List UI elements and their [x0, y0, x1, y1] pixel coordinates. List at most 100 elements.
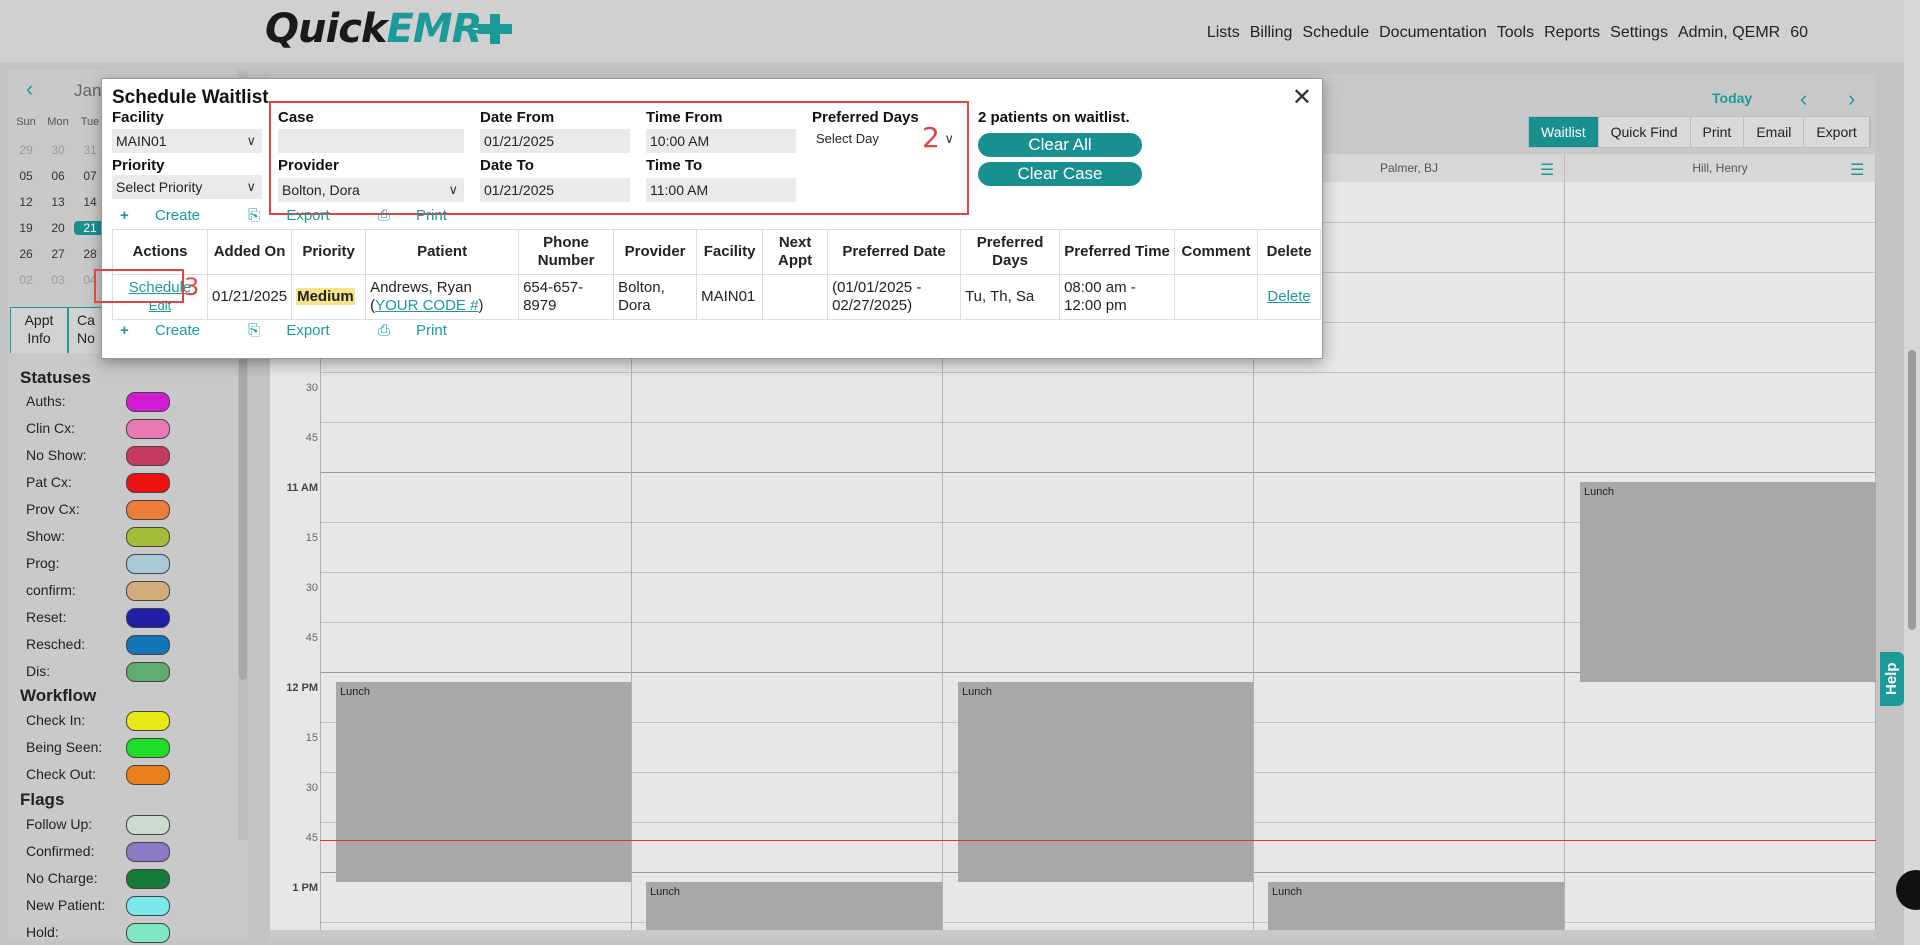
nav-tools[interactable]: Tools	[1497, 24, 1534, 42]
lunch-block[interactable]: Lunch	[1580, 482, 1876, 682]
scrollbar-thumb[interactable]	[1908, 350, 1916, 630]
legend-color-swatch[interactable]	[126, 711, 170, 731]
date-to-input[interactable]: 01/21/2025	[480, 178, 630, 202]
print-link[interactable]: ⎙ Print	[378, 207, 469, 224]
calendar-day[interactable]: 06	[42, 169, 74, 183]
nav-documentation[interactable]: Documentation	[1379, 24, 1487, 42]
quickemr-logo[interactable]: QuickEMR	[265, 6, 482, 52]
clear-case-button[interactable]: Clear Case	[978, 162, 1142, 186]
flags-heading: Flags	[20, 790, 65, 809]
lunch-block[interactable]: Lunch	[958, 682, 1253, 882]
legend-color-swatch[interactable]	[126, 419, 170, 439]
legend-color-swatch[interactable]	[126, 815, 170, 835]
export-link[interactable]: ⎘ Export	[248, 207, 352, 224]
priority-label: Priority	[112, 157, 165, 174]
legend-color-swatch[interactable]	[126, 500, 170, 520]
tab-appt-info[interactable]: Appt Info	[10, 307, 68, 353]
nav-user-menu[interactable]: Admin, QEMR	[1678, 24, 1780, 42]
lunch-block[interactable]: Lunch	[336, 682, 631, 882]
export-button[interactable]: Export	[1804, 117, 1870, 147]
legend-color-swatch[interactable]	[126, 608, 170, 628]
nav-schedule[interactable]: Schedule	[1302, 24, 1369, 42]
legend-color-swatch[interactable]	[126, 554, 170, 574]
time-label: 45	[305, 832, 318, 844]
page-scrollbar[interactable]	[1904, 0, 1920, 945]
calendar-day[interactable]: 27	[42, 247, 74, 261]
legend-label: New Patient:	[26, 897, 106, 913]
legend-color-swatch[interactable]	[126, 635, 170, 655]
legend-color-swatch[interactable]	[126, 738, 170, 758]
calendar-day[interactable]: 29	[10, 143, 42, 157]
time-to-input[interactable]: 11:00 AM	[646, 178, 796, 202]
legend-color-swatch[interactable]	[126, 923, 170, 943]
legend-color-swatch[interactable]	[126, 842, 170, 862]
case-input[interactable]	[278, 129, 464, 153]
nav-billing[interactable]: Billing	[1250, 24, 1293, 42]
waitlist-button[interactable]: Waitlist	[1529, 117, 1599, 147]
legend-color-swatch[interactable]	[126, 896, 170, 916]
legend-color-swatch[interactable]	[126, 446, 170, 466]
calendar-day[interactable]: 30	[42, 143, 74, 157]
main-nav: Lists Billing Schedule Documentation Too…	[1197, 24, 1808, 42]
nav-settings[interactable]: Settings	[1610, 24, 1668, 42]
legend-color-swatch[interactable]	[126, 581, 170, 601]
export-icon: ⎘	[248, 322, 261, 339]
legend-color-swatch[interactable]	[126, 392, 170, 412]
legend-label: No Charge:	[26, 870, 98, 886]
legend-label: No Show:	[26, 447, 87, 463]
column-header: Preferred Days	[960, 229, 1061, 275]
clear-all-button[interactable]: Clear All	[978, 133, 1142, 157]
close-icon[interactable]: ✕	[1292, 83, 1312, 112]
priority-select[interactable]: Select Priority ∨	[112, 175, 262, 199]
modal-title: Schedule Waitlist	[112, 87, 269, 108]
calendar-day[interactable]: 02	[10, 273, 42, 287]
calendar-prev-arrow-icon[interactable]: ‹	[26, 76, 33, 102]
provider-select[interactable]: Bolton, Dora ∨	[278, 178, 464, 202]
email-button[interactable]: Email	[1744, 117, 1805, 147]
calendar-day[interactable]: 03	[42, 273, 74, 287]
legend-color-swatch[interactable]	[126, 869, 170, 889]
print-label: Print	[416, 322, 447, 339]
time-from-input[interactable]: 10:00 AM	[646, 129, 796, 153]
schedule-next-arrow-icon[interactable]: ›	[1848, 86, 1855, 112]
mini-calendar-row: 02 03 04	[10, 273, 106, 287]
nav-reports[interactable]: Reports	[1544, 24, 1600, 42]
calendar-day[interactable]: 19	[10, 221, 42, 235]
priority-cell: Medium	[291, 274, 367, 320]
legend-color-swatch[interactable]	[126, 662, 170, 682]
facility-select[interactable]: MAIN01 ∨	[112, 129, 262, 153]
legend-color-swatch[interactable]	[126, 527, 170, 547]
nav-lists[interactable]: Lists	[1207, 24, 1240, 42]
calendar-day[interactable]: 13	[42, 195, 74, 209]
lunch-block[interactable]: Lunch	[1268, 882, 1564, 930]
column-divider	[1564, 182, 1565, 930]
tab-case-notes[interactable]: Ca No	[68, 307, 104, 353]
legend-color-swatch[interactable]	[126, 765, 170, 785]
legend-label: Show:	[26, 528, 65, 544]
preferred-days-cell: Tu, Th, Sa	[960, 274, 1061, 320]
time-slot-line	[320, 922, 1876, 923]
date-from-input[interactable]: 01/21/2025	[480, 129, 630, 153]
calendar-day[interactable]: 05	[10, 169, 42, 183]
export-link[interactable]: ⎘ Export	[248, 322, 352, 339]
patient-code-link[interactable]: YOUR CODE #	[375, 297, 478, 314]
print-link[interactable]: ⎙ Print	[378, 322, 469, 339]
print-button[interactable]: Print	[1690, 117, 1745, 147]
create-link[interactable]: + Create	[120, 207, 222, 224]
quick-find-button[interactable]: Quick Find	[1598, 117, 1691, 147]
calendar-day[interactable]: 20	[42, 221, 74, 235]
column-menu-icon[interactable]: ☰	[1540, 160, 1554, 180]
legend-color-swatch[interactable]	[126, 473, 170, 493]
column-menu-icon[interactable]: ☰	[1850, 160, 1864, 180]
chat-launcher-icon[interactable]	[1896, 870, 1920, 910]
lunch-block[interactable]: Lunch	[646, 882, 942, 930]
schedule-prev-arrow-icon[interactable]: ‹	[1800, 86, 1807, 112]
calendar-day[interactable]: 12	[10, 195, 42, 209]
create-link[interactable]: + Create	[120, 322, 222, 339]
help-tab[interactable]: Help	[1880, 652, 1904, 706]
today-link[interactable]: Today	[1712, 90, 1752, 106]
calendar-day[interactable]: 26	[10, 247, 42, 261]
print-icon: ⎙	[377, 207, 390, 224]
print-label: Print	[416, 207, 447, 224]
delete-link[interactable]: Delete	[1267, 288, 1310, 305]
